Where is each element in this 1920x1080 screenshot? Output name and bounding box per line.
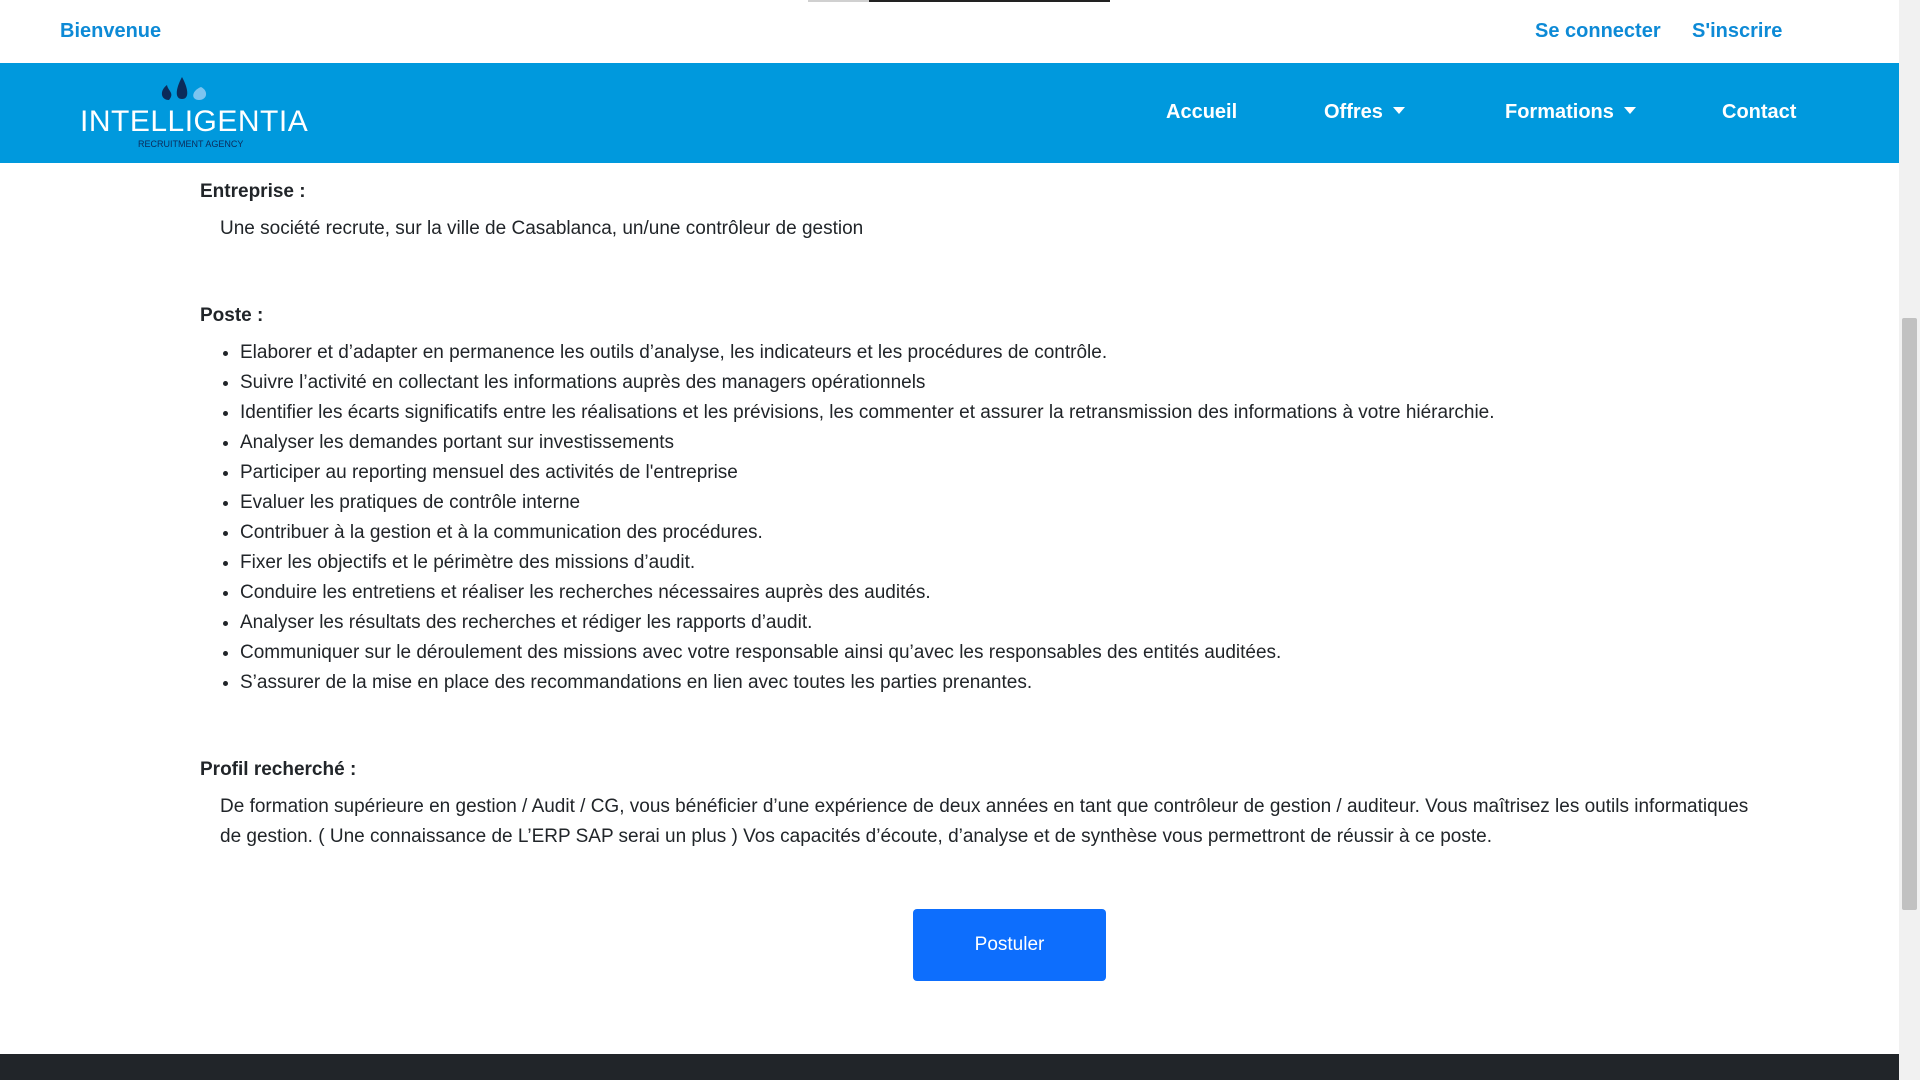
list-item: S’assurer de la mise en place des recomm…	[240, 668, 1495, 698]
entreprise-text: Une société recrute, sur la ville de Cas…	[220, 218, 864, 239]
signup-link[interactable]: S'inscrire	[1692, 20, 1782, 43]
brand-tagline: RECRUITMENT AGENCY	[138, 139, 244, 149]
list-item: Analyser les demandes portant sur invest…	[240, 428, 1495, 458]
list-item: Elaborer et d’adapter en permanence les …	[240, 338, 1495, 368]
loading-indicator	[808, 0, 1110, 2]
footer	[0, 1054, 1899, 1080]
brand-name: INTELLIGENTIA	[80, 105, 309, 138]
login-link[interactable]: Se connecter	[1535, 20, 1661, 43]
nav-accueil[interactable]: Accueil	[1166, 101, 1237, 124]
nav-offres-dropdown[interactable]: Offres	[1324, 101, 1405, 124]
apply-button[interactable]: Postuler	[913, 909, 1106, 981]
profil-text: De formation supérieure en gestion / Aud…	[220, 796, 1749, 847]
list-item: Evaluer les pratiques de contrôle intern…	[240, 488, 1495, 518]
nav-formations-label: Formations	[1505, 101, 1614, 123]
list-item: Communiquer sur le déroulement des missi…	[240, 638, 1495, 668]
poste-title: Poste :	[200, 305, 264, 326]
main-navbar: INTELLIGENTIA RECRUITMENT AGENCY Accueil…	[0, 63, 1899, 163]
brand-logo[interactable]: INTELLIGENTIA RECRUITMENT AGENCY	[80, 73, 308, 153]
caret-down-icon	[1623, 107, 1636, 114]
entreprise-title: Entreprise :	[200, 181, 306, 202]
scrollbar[interactable]	[1899, 0, 1920, 1080]
list-item: Suivre l’activité en collectant les info…	[240, 368, 1495, 398]
caret-down-icon	[1392, 107, 1405, 114]
list-item: Identifier les écarts significatifs entr…	[240, 398, 1495, 428]
welcome-text: Bienvenue	[60, 20, 162, 42]
list-item: Fixer les objectifs et le périmètre des …	[240, 548, 1495, 578]
nav-formations-dropdown[interactable]: Formations	[1505, 101, 1636, 124]
drops-logo-icon	[161, 77, 207, 100]
list-item: Participer au reporting mensuel des acti…	[240, 458, 1495, 488]
profil-title: Profil recherché :	[200, 759, 357, 780]
nav-offres-label: Offres	[1324, 101, 1383, 123]
poste-list: Elaborer et d’adapter en permanence les …	[240, 338, 1495, 698]
top-bar: Bienvenue Se connecter S'inscrire	[0, 0, 1899, 63]
list-item: Conduire les entretiens et réaliser les …	[240, 578, 1495, 608]
list-item: Contribuer à la gestion et à la communic…	[240, 518, 1495, 548]
scrollbar-thumb[interactable]	[1902, 318, 1917, 910]
nav-contact[interactable]: Contact	[1722, 101, 1796, 124]
list-item: Analyser les résultats des recherches et…	[240, 608, 1495, 638]
